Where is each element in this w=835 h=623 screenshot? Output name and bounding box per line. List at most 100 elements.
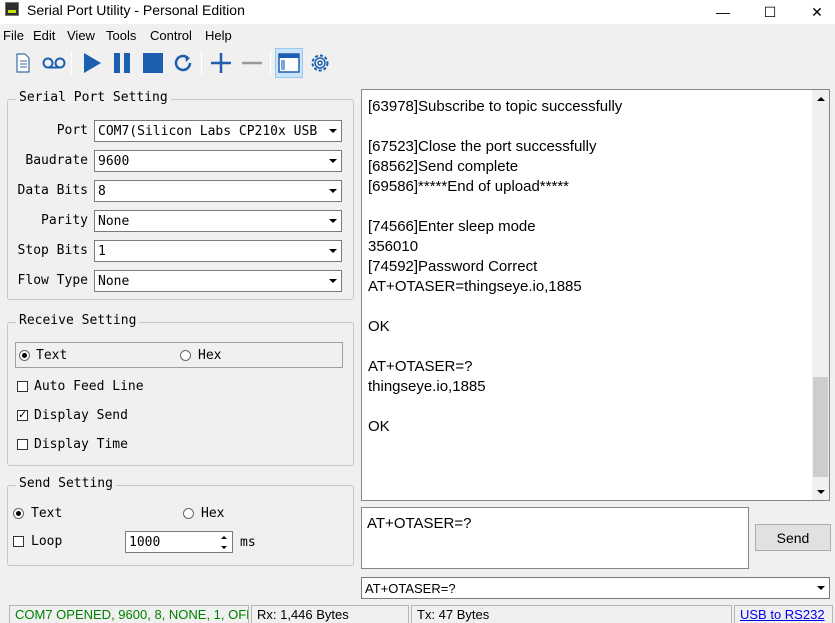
scroll-down-icon[interactable] xyxy=(812,483,829,500)
toolbar-separator xyxy=(270,51,271,75)
send-input[interactable]: AT+OTASER=? xyxy=(361,507,749,569)
stepper-up-icon[interactable] xyxy=(216,532,232,542)
serial-port-setting-title: Serial Port Setting xyxy=(16,90,171,105)
flow-type-select[interactable]: None xyxy=(94,270,342,292)
log-line: [68562]Send complete xyxy=(368,158,519,175)
status-port: COM7 OPENED, 9600, 8, NONE, 1, OFF xyxy=(9,605,249,623)
send-setting-group: Send Setting xyxy=(7,476,354,566)
receive-log-lines: [63978]Subscribe to topic successfully [… xyxy=(368,97,622,437)
receive-setting-title: Receive Setting xyxy=(16,313,140,328)
log-scrollbar[interactable] xyxy=(812,90,829,500)
parity-label: Parity xyxy=(41,213,88,228)
log-line: OK xyxy=(368,318,390,335)
interval-value[interactable]: 1000 xyxy=(129,535,160,550)
log-line: 356010 xyxy=(368,238,419,255)
port-label: Port xyxy=(56,123,88,138)
send-history-value: AT+OTASER=? xyxy=(365,581,456,596)
menu-edit[interactable]: Edit xyxy=(33,28,55,43)
receive-hex-label[interactable]: Hex xyxy=(198,348,221,363)
chevron-down-icon[interactable] xyxy=(324,271,341,291)
parity-value: None xyxy=(98,214,130,229)
refresh-icon[interactable] xyxy=(169,48,197,78)
send-setting-title: Send Setting xyxy=(16,476,116,491)
log-line: [69586]*****End of upload***** xyxy=(368,178,569,195)
settings-icon[interactable] xyxy=(306,48,334,78)
stop-bits-select[interactable]: 1 xyxy=(94,240,342,262)
remove-icon[interactable] xyxy=(238,48,266,78)
chevron-down-icon[interactable] xyxy=(324,121,341,141)
log-line: [63978]Subscribe to topic successfully xyxy=(368,98,623,115)
log-line: AT+OTASER=thingseye.io,1885 xyxy=(368,278,582,295)
record-icon[interactable] xyxy=(40,48,68,78)
parity-select[interactable]: None xyxy=(94,210,342,232)
send-hex-label[interactable]: Hex xyxy=(201,506,224,521)
data-bits-label: Data Bits xyxy=(17,183,88,198)
loop-checkbox[interactable] xyxy=(13,536,24,547)
interval-stepper[interactable]: 1000 xyxy=(125,531,233,553)
menu-tools[interactable]: Tools xyxy=(106,28,136,43)
app-icon xyxy=(5,2,19,16)
send-history-select[interactable]: AT+OTASER=? xyxy=(361,577,830,599)
baudrate-label: Baudrate xyxy=(25,153,88,168)
stop-bits-label: Stop Bits xyxy=(17,243,88,258)
add-icon[interactable] xyxy=(207,48,235,78)
baudrate-select[interactable]: 9600 xyxy=(94,150,342,172)
log-line: OK xyxy=(368,418,390,435)
auto-feed-line-checkbox[interactable] xyxy=(17,381,28,392)
stop-icon[interactable] xyxy=(139,48,167,78)
play-icon[interactable] xyxy=(78,48,106,78)
chevron-down-icon[interactable] xyxy=(324,181,341,201)
display-send-label[interactable]: Display Send xyxy=(34,408,128,423)
data-bits-value: 8 xyxy=(98,184,106,199)
title-bar: Serial Port Utility - Personal Edition —… xyxy=(0,0,835,24)
chevron-down-icon[interactable] xyxy=(324,241,341,261)
minimize-button[interactable]: — xyxy=(700,0,746,24)
log-line: AT+OTASER=? xyxy=(368,358,473,375)
receive-log[interactable]: [63978]Subscribe to topic successfully [… xyxy=(361,89,830,501)
pause-icon[interactable] xyxy=(108,48,136,78)
receive-text-radio[interactable] xyxy=(19,350,30,361)
send-text-radio[interactable] xyxy=(13,508,24,519)
status-rx: Rx: 1,446 Bytes xyxy=(251,605,409,623)
log-line: [67523]Close the port successfully xyxy=(368,138,597,155)
toolbar xyxy=(0,48,835,80)
send-button[interactable]: Send xyxy=(755,524,831,551)
interval-unit: ms xyxy=(240,535,256,550)
toolbar-separator xyxy=(71,51,72,75)
chevron-down-icon[interactable] xyxy=(812,578,829,598)
log-line: thingseye.io,1885 xyxy=(368,378,486,395)
menu-view[interactable]: View xyxy=(67,28,95,43)
receive-text-label[interactable]: Text xyxy=(36,348,67,363)
close-button[interactable]: ✕ xyxy=(794,0,835,24)
document-icon[interactable] xyxy=(9,48,37,78)
log-line: [74592]Password Correct xyxy=(368,258,538,275)
port-select[interactable]: COM7(Silicon Labs CP210x USB xyxy=(94,120,342,142)
stepper-down-icon[interactable] xyxy=(216,542,232,552)
scroll-thumb[interactable] xyxy=(813,377,828,477)
loop-label[interactable]: Loop xyxy=(31,534,62,549)
display-send-checkbox[interactable]: ✓ xyxy=(17,410,28,421)
scroll-up-icon[interactable] xyxy=(812,90,829,107)
window-icon[interactable] xyxy=(275,48,303,78)
send-hex-radio[interactable] xyxy=(183,508,194,519)
send-text-label[interactable]: Text xyxy=(31,506,62,521)
receive-hex-radio[interactable] xyxy=(180,350,191,361)
flow-type-value: None xyxy=(98,274,130,289)
stop-bits-value: 1 xyxy=(98,244,106,259)
display-time-checkbox[interactable] xyxy=(17,439,28,450)
data-bits-select[interactable]: 8 xyxy=(94,180,342,202)
auto-feed-line-label[interactable]: Auto Feed Line xyxy=(34,379,144,394)
menu-control[interactable]: Control xyxy=(150,28,192,43)
chevron-down-icon[interactable] xyxy=(324,211,341,231)
port-value: COM7(Silicon Labs CP210x USB xyxy=(98,124,318,139)
flow-type-label: Flow Type xyxy=(17,273,88,288)
usb-to-rs232-link[interactable]: USB to RS232 xyxy=(734,605,833,623)
menu-help[interactable]: Help xyxy=(205,28,232,43)
maximize-button[interactable]: ☐ xyxy=(747,0,793,24)
chevron-down-icon[interactable] xyxy=(324,151,341,171)
menu-file[interactable]: File xyxy=(3,28,24,43)
display-time-label[interactable]: Display Time xyxy=(34,437,128,452)
